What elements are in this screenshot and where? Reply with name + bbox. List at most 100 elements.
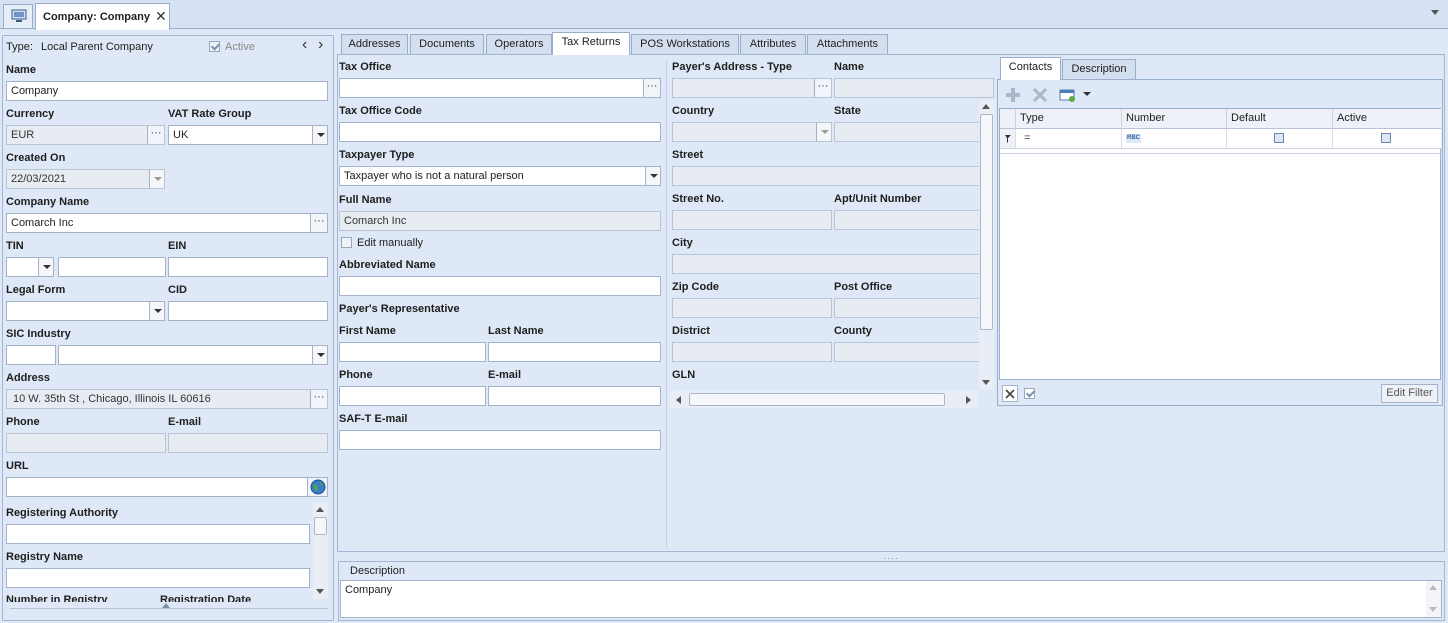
document-tab-company[interactable]: Company: Company ✕ bbox=[35, 3, 170, 30]
column-active[interactable]: Active bbox=[1333, 109, 1441, 129]
open-url-button[interactable] bbox=[307, 477, 328, 497]
phone-input bbox=[6, 433, 166, 453]
scroll-down-icon[interactable] bbox=[982, 380, 990, 385]
chevron-down-icon[interactable] bbox=[645, 167, 660, 185]
tin-prefix-select[interactable] bbox=[6, 257, 54, 277]
column-number[interactable]: Number bbox=[1122, 109, 1227, 129]
address-lookup-button[interactable]: ··· bbox=[310, 390, 327, 408]
grid-view-icon[interactable] bbox=[1059, 87, 1077, 103]
chevron-down-icon[interactable] bbox=[38, 258, 53, 276]
filter-cell-active[interactable] bbox=[1333, 129, 1441, 149]
scroll-up-icon[interactable] bbox=[982, 104, 990, 109]
close-icon[interactable]: ✕ bbox=[155, 8, 167, 25]
tab-description[interactable]: Description bbox=[1062, 59, 1136, 80]
grid-indicator-header bbox=[1000, 109, 1016, 129]
tax-office-lookup-button[interactable]: ··· bbox=[643, 79, 660, 97]
scroll-up-icon[interactable] bbox=[316, 507, 324, 512]
tab-contacts[interactable]: Contacts bbox=[1000, 57, 1061, 80]
legal-form-label: Legal Form bbox=[6, 284, 66, 296]
chevron-down-icon[interactable] bbox=[312, 126, 327, 144]
add-icon[interactable] bbox=[1005, 87, 1021, 103]
scroll-down-icon[interactable] bbox=[316, 589, 324, 594]
created-on-label: Created On bbox=[6, 152, 66, 164]
company-name-lookup-button[interactable]: ··· bbox=[310, 214, 327, 232]
tab-pos-workstations[interactable]: POS Workstations bbox=[631, 34, 739, 55]
registry-name-input[interactable] bbox=[6, 568, 310, 588]
currency-lookup-button[interactable]: ··· bbox=[147, 126, 164, 144]
tab-operators[interactable]: Operators bbox=[486, 34, 552, 55]
country-label: Country bbox=[672, 105, 715, 117]
tab-attributes[interactable]: Attributes bbox=[740, 34, 806, 55]
address-type-lookup-button[interactable]: ··· bbox=[814, 79, 831, 97]
chevron-down-icon[interactable] bbox=[312, 346, 327, 364]
clear-filter-button[interactable] bbox=[1002, 385, 1018, 402]
filter-default-checkbox[interactable] bbox=[1274, 133, 1284, 143]
tab-attachments[interactable]: Attachments bbox=[807, 34, 888, 55]
filter-cell-default[interactable] bbox=[1227, 129, 1333, 149]
address-input[interactable]: 10 W. 35th St , Chicago, Illinois IL 606… bbox=[6, 389, 328, 409]
filter-cell-type[interactable]: = bbox=[1016, 129, 1122, 149]
scroll-left-icon[interactable] bbox=[676, 396, 681, 404]
chevron-down-icon[interactable] bbox=[149, 302, 164, 320]
last-name-input[interactable] bbox=[488, 342, 661, 362]
taxpayer-type-select[interactable]: Taxpayer who is not a natural person bbox=[339, 166, 661, 186]
filter-cell-number[interactable]: RBC bbox=[1122, 129, 1227, 149]
sic-code-input[interactable] bbox=[6, 345, 56, 365]
filter-row-icon bbox=[1005, 135, 1011, 143]
edit-manually-checkbox[interactable] bbox=[341, 237, 352, 248]
scroll-thumb[interactable] bbox=[689, 393, 945, 406]
description-scrollbar[interactable] bbox=[1426, 581, 1441, 617]
registering-authority-input[interactable] bbox=[6, 524, 310, 544]
chevron-down-icon bbox=[149, 170, 164, 188]
payer-name-input bbox=[834, 78, 994, 98]
sic-industry-select[interactable] bbox=[58, 345, 328, 365]
url-label: URL bbox=[6, 460, 29, 472]
home-button[interactable] bbox=[3, 4, 33, 28]
scroll-thumb[interactable] bbox=[980, 114, 993, 330]
legal-form-select[interactable] bbox=[6, 301, 165, 321]
filter-active-checkbox[interactable] bbox=[1381, 133, 1391, 143]
scroll-thumb[interactable] bbox=[314, 517, 327, 535]
grid-separator bbox=[1000, 153, 1442, 154]
currency-input[interactable]: EUR ··· bbox=[6, 125, 165, 145]
tab-addresses[interactable]: Addresses bbox=[341, 34, 408, 55]
cid-input[interactable] bbox=[168, 301, 328, 321]
tax-office-input[interactable]: ··· bbox=[339, 78, 661, 98]
scroll-right-icon[interactable] bbox=[966, 396, 971, 404]
payers-address-type-input[interactable]: ··· bbox=[672, 78, 832, 98]
collapse-up-icon[interactable] bbox=[162, 603, 170, 608]
district-label: District bbox=[672, 325, 710, 337]
next-icon[interactable]: › bbox=[318, 36, 323, 54]
first-name-input[interactable] bbox=[339, 342, 486, 362]
company-name-input[interactable]: Comarch Inc ··· bbox=[6, 213, 328, 233]
edit-filter-button[interactable]: Edit Filter bbox=[1381, 384, 1438, 403]
active-checkbox bbox=[209, 41, 220, 52]
ein-input[interactable] bbox=[168, 257, 328, 277]
column-default[interactable]: Default bbox=[1227, 109, 1333, 129]
scroll-down-icon[interactable] bbox=[1429, 607, 1437, 612]
left-panel-scrollbar[interactable] bbox=[313, 503, 328, 599]
tab-documents[interactable]: Documents bbox=[410, 34, 484, 55]
enable-filter-checkbox[interactable] bbox=[1024, 388, 1035, 399]
payer-horizontal-scrollbar[interactable] bbox=[670, 391, 978, 408]
scroll-up-icon[interactable] bbox=[1429, 585, 1437, 590]
delete-icon[interactable] bbox=[1032, 87, 1048, 103]
tab-tax-returns[interactable]: Tax Returns bbox=[552, 32, 630, 55]
filter-row-indicator bbox=[1000, 129, 1016, 149]
column-type[interactable]: Type bbox=[1016, 109, 1122, 129]
monitor-icon bbox=[11, 9, 27, 22]
tax-office-code-input[interactable] bbox=[339, 122, 661, 142]
rep-email-input[interactable] bbox=[488, 386, 661, 406]
payer-vertical-scrollbar[interactable] bbox=[979, 100, 994, 390]
description-textarea[interactable]: Company bbox=[340, 580, 1442, 618]
chevron-down-icon[interactable] bbox=[1431, 10, 1439, 15]
vat-rate-group-select[interactable]: UK bbox=[168, 125, 328, 145]
name-input[interactable]: Company bbox=[6, 81, 328, 101]
rep-phone-input[interactable] bbox=[339, 386, 486, 406]
tin-input[interactable] bbox=[58, 257, 166, 277]
chevron-down-icon[interactable] bbox=[1083, 92, 1091, 96]
previous-icon[interactable]: ‹ bbox=[302, 36, 307, 54]
abbreviated-name-input[interactable] bbox=[339, 276, 661, 296]
saft-email-input[interactable] bbox=[339, 430, 661, 450]
url-input[interactable] bbox=[6, 477, 308, 497]
